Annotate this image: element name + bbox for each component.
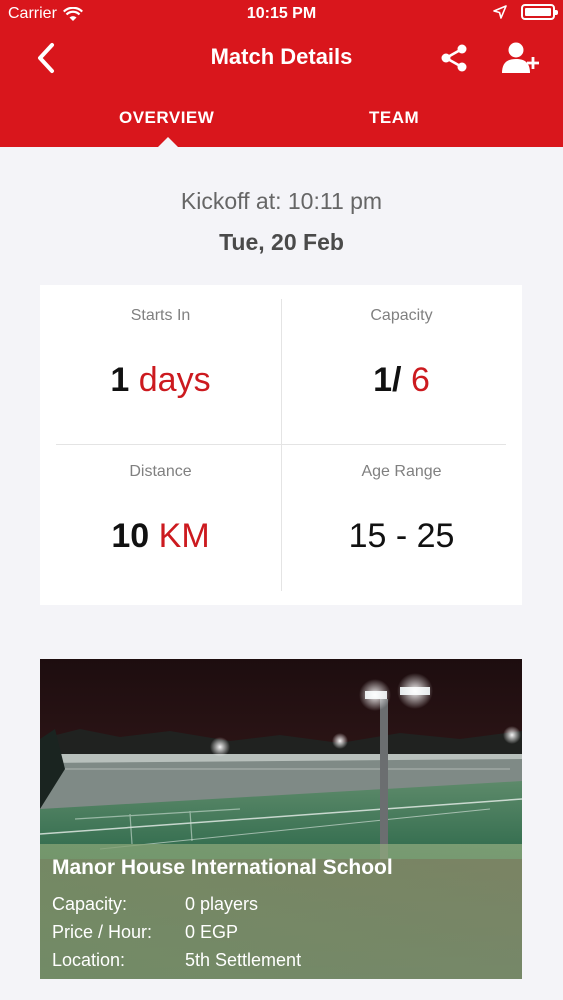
- tab-bar: OVERVIEW TEAM: [0, 96, 563, 148]
- stat-age-range: Age Range 15 - 25: [281, 463, 522, 556]
- nav-bar: Match Details: [0, 30, 563, 86]
- venue-detail-value: 0 EGP: [185, 921, 239, 942]
- stat-capacity: Capacity 1/ 6: [281, 307, 522, 400]
- venue-detail-row: Price / Hour: 0 EGP: [52, 918, 510, 946]
- capacity-separator: /: [392, 361, 402, 399]
- venue-detail-row: Capacity: 0 players: [52, 890, 510, 918]
- starts-in-unit: days: [138, 361, 211, 399]
- battery-icon: [521, 4, 558, 20]
- capacity-current: 1: [373, 361, 393, 399]
- kickoff-time: Kickoff at: 10:11 pm: [180, 188, 383, 214]
- stat-label: Age Range: [361, 463, 442, 480]
- venue-detail-row: Location: 5th Settlement: [52, 946, 510, 974]
- starts-in-number: 1: [110, 361, 130, 399]
- stat-label: Capacity: [370, 307, 433, 324]
- status-right: [493, 4, 558, 20]
- venue-card[interactable]: Manor House International School Capacit…: [40, 659, 522, 979]
- status-time: 10:15 PM: [246, 5, 317, 22]
- capacity-max: 6: [410, 361, 430, 399]
- distance-number: 10: [111, 517, 150, 555]
- venue-info: Manor House International School Capacit…: [40, 844, 522, 979]
- stats-divider-horizontal: [56, 444, 506, 445]
- age-range-value: 15 - 25: [348, 517, 455, 555]
- match-date: Tue, 20 Feb: [219, 229, 344, 255]
- active-tab-indicator: [157, 137, 179, 148]
- venue-name: Manor House International School: [52, 856, 393, 879]
- tab-overview[interactable]: OVERVIEW: [119, 108, 214, 128]
- distance-unit: KM: [158, 517, 210, 555]
- stat-label: Starts In: [130, 307, 191, 324]
- venue-detail-key: Capacity:: [52, 893, 128, 914]
- app-header: Carrier 10:15 PM Match Details OVERVIEW …: [0, 0, 563, 148]
- share-icon[interactable]: [438, 42, 470, 74]
- add-user-icon[interactable]: [500, 40, 540, 76]
- stat-value: 1 days: [40, 361, 281, 400]
- stat-value: 1/ 6: [281, 361, 522, 400]
- venue-detail-value: 5th Settlement: [185, 949, 302, 970]
- page-title: Match Details: [210, 44, 353, 69]
- venue-detail-key: Price / Hour:: [52, 921, 153, 942]
- stat-starts-in: Starts In 1 days: [40, 307, 281, 400]
- match-stats-card: Starts In 1 days Capacity 1/ 6 Distance …: [40, 285, 522, 605]
- tab-team[interactable]: TEAM: [369, 108, 419, 128]
- status-bar: Carrier 10:15 PM: [0, 0, 563, 30]
- stat-label: Distance: [129, 463, 192, 480]
- stat-distance: Distance 10 KM: [40, 463, 281, 556]
- venue-detail-key: Location:: [52, 949, 126, 970]
- stat-value: 10 KM: [40, 517, 281, 556]
- location-arrow-icon: [493, 5, 507, 19]
- venue-detail-value: 0 players: [185, 893, 259, 914]
